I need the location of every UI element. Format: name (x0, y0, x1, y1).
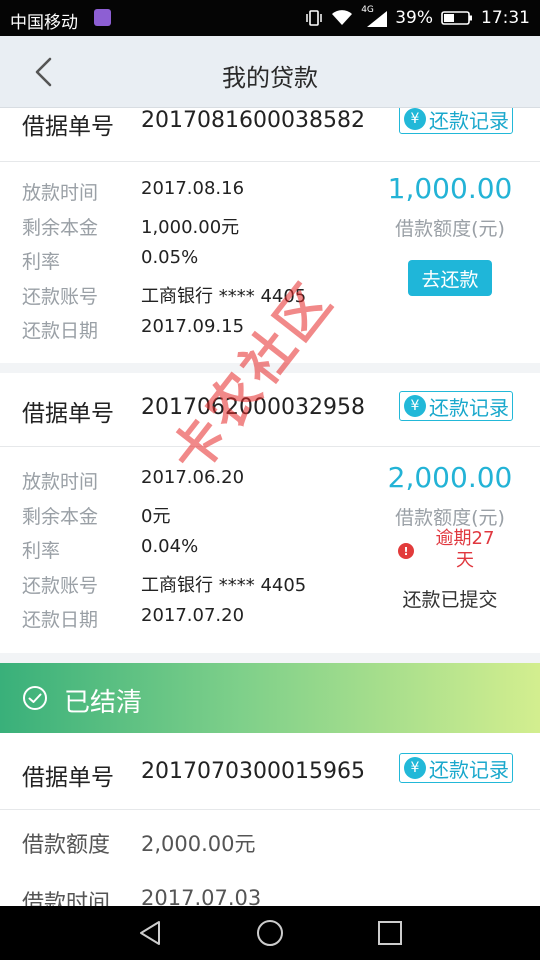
overdue-unit: 天 (456, 550, 474, 571)
repayment-record-label: 还款记录 (429, 395, 509, 420)
loan-time-label: 借款时间 (22, 891, 111, 906)
rate-value: 0.05% (141, 247, 199, 268)
repayment-record-label: 还款记录 (429, 757, 509, 782)
yen-icon: ¥ (404, 757, 426, 779)
yen-icon: ¥ (404, 108, 426, 130)
repayment-record-button[interactable]: ¥ 还款记录 (399, 753, 513, 783)
due-date-value: 2017.07.20 (141, 605, 245, 626)
loan-amount-label: 借款额度 (22, 833, 111, 858)
due-date-label: 还款日期 (22, 609, 99, 631)
disburse-time-label: 放款时间 (22, 471, 99, 493)
overdue-days: 逾期27 (435, 528, 495, 549)
system-nav-bar (0, 906, 540, 960)
status-bar: 中国移动 4G 39% 17:31 (0, 0, 540, 36)
loan-list[interactable]: 借据单号 2017081600038582 ¥ 还款记录 放款时间 2017.0… (0, 108, 540, 906)
account-label: 还款账号 (22, 575, 99, 597)
loan-time-value: 2017.07.03 (141, 886, 262, 906)
loan-card-header: 借据单号 2017070300015965 ¥ 还款记录 (0, 733, 540, 810)
settled-section-header[interactable]: 已结清 (0, 663, 540, 733)
nav-back-icon[interactable] (135, 918, 165, 948)
loan-no-label: 借据单号 (22, 401, 114, 427)
overdue-alert-icon: ! (398, 543, 414, 559)
check-circle-icon (23, 686, 47, 710)
loan-amount-value: 2,000.00元 (141, 832, 256, 856)
gallery-notification-icon (94, 9, 111, 26)
loan-no-value: 2017070300015965 (141, 759, 365, 784)
remaining-label: 剩余本金 (22, 506, 99, 528)
repayment-record-button[interactable]: ¥ 还款记录 (399, 391, 513, 421)
vibrate-icon (306, 10, 322, 26)
title-bar: 我的贷款 (0, 36, 540, 108)
loan-no-value: 2017081600038582 (141, 108, 365, 133)
loan-card: 借据单号 2017062000032958 ¥ 还款记录 放款时间 2017.0… (0, 373, 540, 653)
account-label: 还款账号 (22, 286, 99, 308)
clock: 17:31 (481, 8, 530, 28)
carrier-name: 中国移动 (10, 13, 78, 33)
loan-card-header: 借据单号 2017081600038582 ¥ 还款记录 (0, 108, 540, 162)
signal-group: 4G (361, 5, 388, 28)
due-date-label: 还款日期 (22, 320, 99, 342)
repay-button[interactable]: 去还款 (408, 260, 492, 296)
rate-label: 利率 (22, 251, 61, 273)
rate-value: 0.04% (141, 536, 199, 557)
repayment-record-button[interactable]: ¥ 还款记录 (399, 108, 513, 134)
nav-recent-icon[interactable] (375, 918, 405, 948)
yen-icon: ¥ (404, 395, 426, 417)
remaining-value: 0元 (141, 506, 171, 527)
signal-icon (367, 11, 388, 27)
status-icons: 4G 39% 17:31 (297, 5, 530, 29)
loan-amount-caption: 借款额度(元) (395, 507, 505, 529)
settled-title: 已结清 (64, 688, 143, 718)
remaining-value: 1,000.00元 (141, 217, 240, 238)
overdue-badge: 逾期27 天 (427, 528, 503, 572)
battery-icon (441, 11, 472, 25)
loan-amount: 1,000.00 (387, 172, 513, 205)
account-value: 工商银行 **** 4405 (141, 575, 307, 596)
loan-amount-caption: 借款额度(元) (395, 218, 505, 240)
remaining-label: 剩余本金 (22, 217, 99, 239)
loan-no-label: 借据单号 (22, 114, 114, 140)
due-date-value: 2017.09.15 (141, 316, 245, 337)
disburse-time-value: 2017.08.16 (141, 178, 245, 199)
nav-home-icon[interactable] (255, 918, 285, 948)
repayment-status: 还款已提交 (402, 589, 498, 611)
repayment-record-label: 还款记录 (429, 108, 509, 133)
rate-label: 利率 (22, 540, 61, 562)
battery-percent: 39% (395, 8, 433, 28)
loan-no-label: 借据单号 (22, 765, 114, 791)
wifi-icon (332, 10, 353, 25)
settled-loan-card: 借据单号 2017070300015965 ¥ 还款记录 借款额度 2,000.… (0, 733, 540, 906)
disburse-time-label: 放款时间 (22, 182, 99, 204)
loan-amount: 2,000.00 (387, 461, 513, 494)
page-title: 我的贷款 (222, 64, 318, 92)
